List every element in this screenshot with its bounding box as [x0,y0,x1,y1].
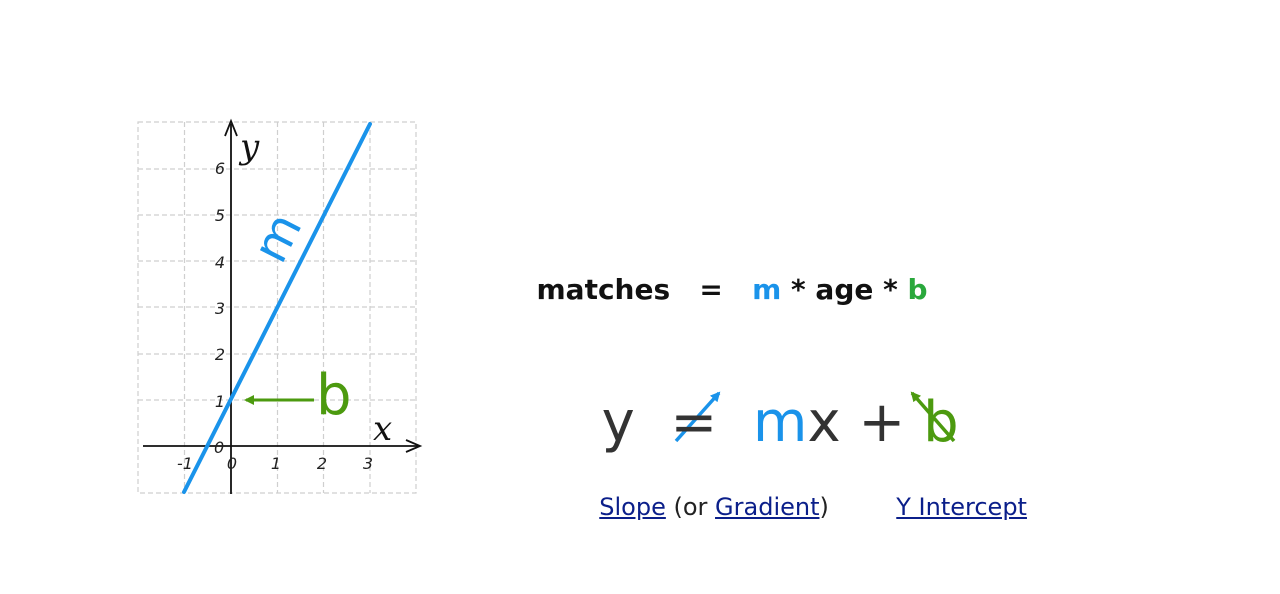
slope-link[interactable]: Slope [599,493,666,521]
equation-x: x [807,390,841,455]
intercept-symbol: b [316,363,352,428]
y-tick-label: 1 [215,392,225,411]
y-tick-labels: 1 2 3 4 5 6 [215,159,225,411]
matches-formula: matches = m * age * b [517,230,928,306]
x-tick-label: -1 [177,454,193,473]
origin-label: 0 [214,438,224,457]
equation-equals: = [634,390,753,455]
x-axis-name: x [373,409,392,449]
intercept-caption: Y Intercept [881,456,1027,521]
formula-lhs: matches [536,273,671,306]
y-intercept-link[interactable]: Y Intercept [896,493,1027,521]
x-tick-label: 3 [363,454,373,473]
equation-b: b [923,390,959,455]
y-tick-label: 3 [215,299,225,318]
x-tick-labels: -1 0 1 2 3 [177,454,373,473]
line-equation: y = mx + b [566,318,959,455]
y-tick-label: 6 [215,159,225,178]
y-tick-label: 4 [215,253,225,272]
formula-b: b [907,273,928,306]
y-axis-name: y [238,127,260,167]
y-tick-label: 5 [215,206,225,225]
y-tick-label: 2 [215,345,225,364]
equation-plus: + [840,390,924,455]
formula-middle: * age * [781,273,908,306]
x-tick-label: 0 [227,454,237,473]
equation-m: m [752,390,808,455]
slope-caption: Slope (or Gradient) [584,456,829,521]
or-text: (or [665,493,716,521]
formula-m: m [752,273,782,306]
formula-equals: = [670,273,753,306]
equation-y: y [601,390,635,455]
x-tick-label: 2 [317,454,327,473]
x-tick-label: 1 [271,454,281,473]
gradient-link[interactable]: Gradient [715,493,819,521]
close-paren: ) [819,493,829,521]
